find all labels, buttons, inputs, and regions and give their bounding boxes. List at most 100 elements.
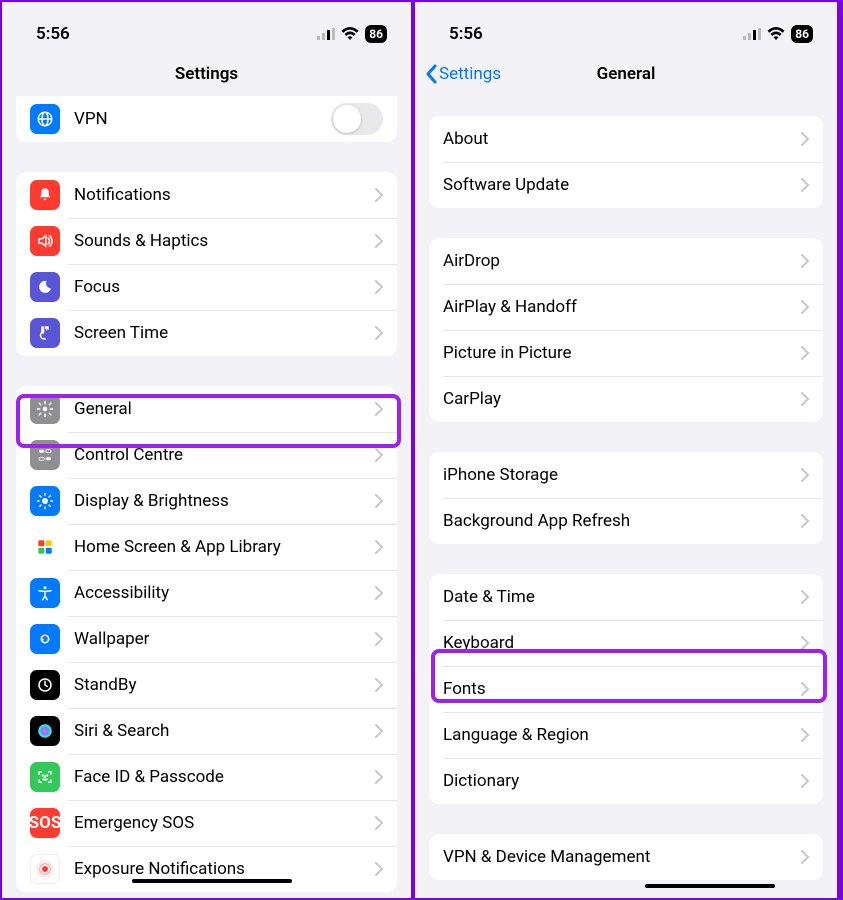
chevron-right-icon: [375, 770, 383, 784]
row-label: Focus: [74, 277, 375, 297]
group-vpndm: VPN & Device Management: [429, 834, 823, 880]
chevron-right-icon: [801, 774, 809, 788]
screentime-icon: [30, 318, 60, 348]
status-icons: 86: [743, 25, 813, 44]
row-label: Face ID & Passcode: [74, 767, 375, 787]
page-title: Settings: [2, 64, 411, 84]
group-about: AboutSoftware Update: [429, 116, 823, 208]
wifi-icon: [341, 27, 359, 40]
row-about[interactable]: About: [429, 116, 823, 162]
row-carplay[interactable]: CarPlay: [429, 376, 823, 422]
group-vpn: VPN: [16, 96, 397, 142]
chevron-right-icon: [375, 678, 383, 692]
row-label: General: [74, 399, 375, 419]
row-homescreen[interactable]: Home Screen & App Library: [16, 524, 397, 570]
row-refresh[interactable]: Background App Refresh: [429, 498, 823, 544]
siri-icon: [30, 716, 60, 746]
row-wallpaper[interactable]: Wallpaper: [16, 616, 397, 662]
row-label: VPN: [74, 109, 331, 129]
group-connect: AirDrop AirPlay & Handoff Picture in Pictu…: [429, 238, 823, 422]
wifi-icon: [767, 27, 785, 40]
row-siri[interactable]: Siri & Search: [16, 708, 397, 754]
homescreen-icon: [30, 532, 60, 562]
row-label: Keyboard: [443, 633, 801, 653]
chevron-right-icon: [375, 494, 383, 508]
row-label: StandBy: [74, 675, 375, 695]
status-time: 5:56: [36, 24, 70, 44]
row-standby[interactable]: StandBy: [16, 662, 397, 708]
status-bar: 5:56 86: [415, 2, 837, 52]
row-dict[interactable]: Dictionary: [429, 758, 823, 804]
row-faceid[interactable]: Face ID & Passcode: [16, 754, 397, 800]
sos-icon: SOS: [30, 808, 60, 838]
row-notifications[interactable]: Notifications: [16, 172, 397, 218]
row-label: AirDrop: [443, 251, 801, 271]
chevron-right-icon: [801, 300, 809, 314]
row-label: Wallpaper: [74, 629, 375, 649]
nav-bar: Settings: [2, 52, 411, 96]
page-title: General: [415, 64, 837, 84]
chevron-right-icon: [375, 724, 383, 738]
row-display[interactable]: Display & Brightness: [16, 478, 397, 524]
row-label: Screen Time: [74, 323, 375, 343]
row-label: Siri & Search: [74, 721, 375, 741]
vpn-toggle[interactable]: [331, 103, 383, 135]
chevron-right-icon: [375, 632, 383, 646]
status-time: 5:56: [449, 24, 483, 44]
chevron-right-icon: [375, 234, 383, 248]
row-fonts[interactable]: Fonts: [429, 666, 823, 712]
chevron-right-icon: [375, 402, 383, 416]
row-label: Emergency SOS: [74, 813, 375, 833]
row-label: Fonts: [443, 679, 801, 699]
battery-icon: 86: [365, 25, 387, 44]
phone-settings: 5:56 86 Settings VPN Notifications Sounds…: [0, 0, 413, 900]
phone-general: 5:56 86 Settings General AboutSoftware U…: [413, 0, 839, 900]
row-label: Picture in Picture: [443, 343, 801, 363]
chevron-right-icon: [801, 132, 809, 146]
row-label: Notifications: [74, 185, 375, 205]
general-list: AboutSoftware Update AirDrop AirPlay & Ha…: [415, 96, 837, 880]
row-sos[interactable]: SOS Emergency SOS: [16, 800, 397, 846]
general-icon: [30, 394, 60, 424]
row-keyboard[interactable]: Keyboard: [429, 620, 823, 666]
row-vpn[interactable]: VPN: [16, 96, 397, 142]
chevron-right-icon: [801, 590, 809, 604]
row-general[interactable]: General: [16, 386, 397, 432]
row-airdrop[interactable]: AirDrop: [429, 238, 823, 284]
row-screentime[interactable]: Screen Time: [16, 310, 397, 356]
chevron-right-icon: [801, 682, 809, 696]
redaction-bar: [645, 884, 775, 888]
chevron-right-icon: [375, 188, 383, 202]
settings-list: VPN Notifications Sounds & Haptics Focus Sc…: [2, 96, 411, 892]
row-controlcentre[interactable]: Control Centre: [16, 432, 397, 478]
chevron-right-icon: [801, 728, 809, 742]
group-input: Date & Time Keyboard Fonts Language & Regio…: [429, 574, 823, 804]
row-label: CarPlay: [443, 389, 801, 409]
row-accessibility[interactable]: Accessibility: [16, 570, 397, 616]
chevron-right-icon: [801, 178, 809, 192]
focus-icon: [30, 272, 60, 302]
row-airplay[interactable]: AirPlay & Handoff: [429, 284, 823, 330]
row-storage[interactable]: iPhone Storage: [429, 452, 823, 498]
chevron-right-icon: [801, 850, 809, 864]
row-sounds[interactable]: Sounds & Haptics: [16, 218, 397, 264]
row-label: Accessibility: [74, 583, 375, 603]
row-exposure[interactable]: Exposure Notifications: [16, 846, 397, 892]
row-pip[interactable]: Picture in Picture: [429, 330, 823, 376]
row-software[interactable]: Software Update: [429, 162, 823, 208]
row-datetime[interactable]: Date & Time: [429, 574, 823, 620]
nav-bar: Settings General: [415, 52, 837, 96]
group-storage: iPhone StorageBackground App Refresh: [429, 452, 823, 544]
standby-icon: [30, 670, 60, 700]
controlcentre-icon: [30, 440, 60, 470]
row-lang[interactable]: Language & Region: [429, 712, 823, 758]
chevron-right-icon: [375, 448, 383, 462]
row-vpndm[interactable]: VPN & Device Management: [429, 834, 823, 880]
cellular-icon: [317, 28, 335, 40]
row-focus[interactable]: Focus: [16, 264, 397, 310]
chevron-right-icon: [801, 254, 809, 268]
chevron-right-icon: [375, 586, 383, 600]
cellular-icon: [743, 28, 761, 40]
display-icon: [30, 486, 60, 516]
accessibility-icon: [30, 578, 60, 608]
